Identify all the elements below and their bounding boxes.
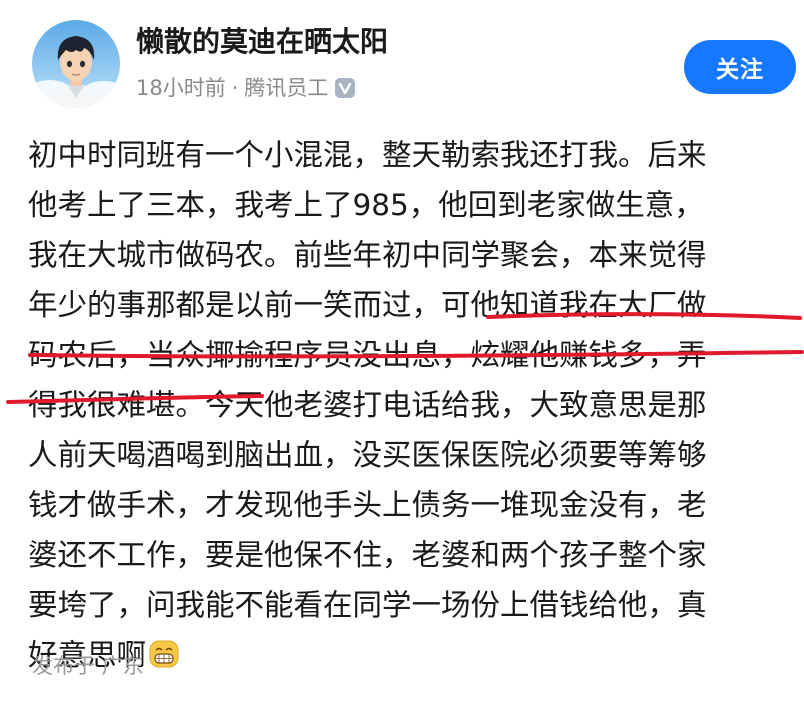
post-content: 初中时同班有一个小混混，整天勒索我还打我。后来 他考上了三本，我考上了985，他… [28, 130, 798, 680]
post-line: 婆还不工作，要是他保不住，老婆和两个孩子整个家 [28, 538, 707, 572]
anime-boy-avatar-icon [32, 20, 120, 108]
post-line: 钱才做手术，才发现他手头上债务一堆现金没有，老 [28, 488, 707, 522]
post-line: 人前天喝酒喝到脑出血，没买医保医院必须要等筹够 [28, 438, 707, 472]
post-meta: 18小时前 · 腾讯员工 [136, 72, 356, 104]
follow-button[interactable]: 关注 [684, 40, 796, 94]
post-line: 他考上了三本，我考上了985，他回到老家做生意， [28, 188, 704, 222]
avatar[interactable] [32, 20, 120, 108]
post-line: 要垮了，问我能不能看在同学一场份上借钱给他，真 [28, 588, 707, 622]
grinning-face-emoji-icon [149, 640, 179, 668]
post-location: 发布于 广东 [32, 654, 144, 678]
meta-separator: · [231, 76, 239, 100]
post-line: 初中时同班有一个小混混，整天勒索我还打我。后来 [28, 138, 707, 172]
author-name[interactable]: 懒散的莫迪在晒太阳 [136, 22, 388, 62]
post-line: 年少的事那都是以前一笑而过，可他知道我在大厂做 [28, 288, 707, 322]
post-time: 18小时前 [136, 76, 226, 100]
author-affiliation: 腾讯员工 [244, 76, 329, 100]
verified-icon [335, 78, 356, 98]
post-line: 得我很难堪。今天他老婆打电话给我，大致意思是那 [28, 388, 707, 422]
post-line: 码农后，当众揶揄程序员没出息，炫耀他赚钱多，弄 [28, 338, 707, 372]
post-line: 我在大城市做码农。前些年初中同学聚会，本来觉得 [28, 238, 707, 272]
